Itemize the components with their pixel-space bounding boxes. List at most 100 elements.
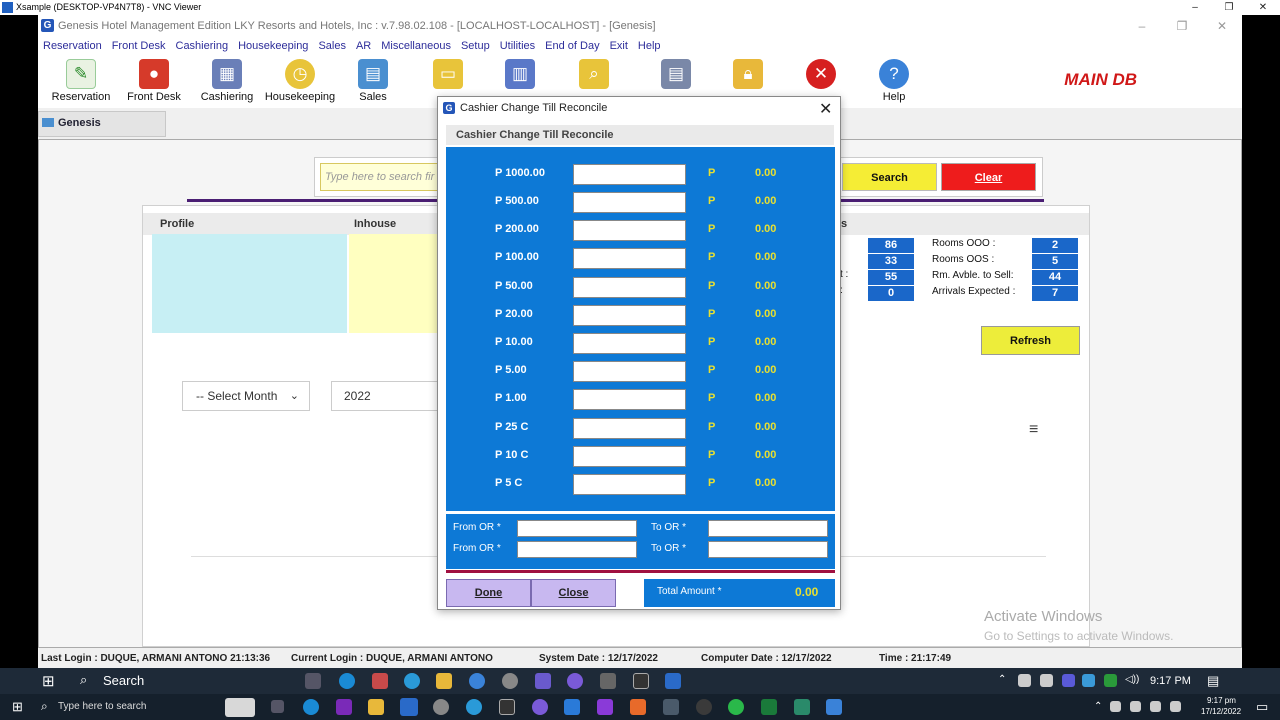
menu-housekeeping[interactable]: Housekeeping — [238, 37, 308, 56]
denomination-count-input[interactable] — [573, 361, 686, 382]
toolbar-cashiering-button[interactable]: ▦ Cashiering — [187, 56, 267, 108]
app-icon[interactable] — [728, 699, 744, 715]
gear-icon[interactable] — [600, 673, 616, 689]
denomination-count-input[interactable] — [573, 474, 686, 495]
to-or-input-2[interactable] — [708, 541, 828, 558]
toolbar-reservation-button[interactable]: ✎ Reservation — [41, 56, 121, 108]
app-icon[interactable] — [372, 673, 388, 689]
file-explorer-icon[interactable] — [436, 673, 452, 689]
menu-miscellaneous[interactable]: Miscellaneous — [381, 37, 451, 56]
clear-button[interactable]: Clear — [941, 163, 1036, 191]
tray-chevron-icon[interactable]: ⌃ — [998, 674, 1006, 685]
denomination-count-input[interactable] — [573, 248, 686, 269]
denomination-count-input[interactable] — [573, 192, 686, 213]
viber-icon[interactable] — [567, 673, 583, 689]
app-minimize-button[interactable]: – — [1122, 15, 1162, 37]
app-icon[interactable] — [469, 673, 485, 689]
denomination-count-input[interactable] — [573, 277, 686, 298]
search-icon[interactable]: ⌕ — [41, 699, 48, 714]
done-button[interactable]: Done — [446, 579, 531, 607]
app-icon[interactable] — [535, 673, 551, 689]
menu-ar[interactable]: AR — [356, 37, 371, 56]
menu-setup[interactable]: Setup — [461, 37, 490, 56]
app-maximize-button[interactable]: ❐ — [1162, 15, 1202, 37]
vnc-close-button[interactable]: ✕ — [1246, 0, 1280, 15]
file-explorer-icon[interactable] — [368, 699, 384, 715]
from-or-input-2[interactable] — [517, 541, 637, 558]
volume-icon[interactable] — [1170, 701, 1181, 712]
denomination-count-input[interactable] — [573, 305, 686, 326]
app-icon[interactable] — [794, 699, 810, 715]
tray-app-icon[interactable] — [1040, 674, 1053, 687]
tray-app-icon[interactable] — [1104, 674, 1117, 687]
task-view-icon[interactable] — [271, 700, 284, 713]
menu-sales[interactable]: Sales — [318, 37, 346, 56]
battery-icon[interactable] — [1150, 701, 1161, 712]
close-button[interactable]: Close — [531, 579, 616, 607]
search-button[interactable]: Search — [842, 163, 937, 191]
host-search-placeholder[interactable]: Type here to search — [58, 701, 146, 712]
toolbar-front-desk-button[interactable]: ● Front Desk — [114, 56, 194, 108]
denomination-count-input[interactable] — [573, 333, 686, 354]
telegram-icon[interactable] — [466, 699, 482, 715]
vscode-icon[interactable] — [564, 699, 580, 715]
denomination-count-input[interactable] — [573, 220, 686, 241]
excel-icon[interactable] — [761, 699, 777, 715]
windows-start-icon[interactable]: ⊞ — [12, 699, 23, 715]
hamburger-menu-icon[interactable]: ≡ — [1029, 422, 1043, 438]
tray-app-icon[interactable] — [1062, 674, 1075, 687]
telegram-icon[interactable] — [404, 673, 420, 689]
toolbar-housekeeping-button[interactable]: ◷ Housekeeping — [260, 56, 340, 108]
menu-cashiering[interactable]: Cashiering — [176, 37, 229, 56]
month-select[interactable]: -- Select Month ⌄ — [182, 381, 310, 411]
toolbar-help-button[interactable]: ? Help — [854, 56, 934, 108]
menu-end-of-day[interactable]: End of Day — [545, 37, 599, 56]
vnc-icon[interactable] — [665, 673, 681, 689]
menu-help[interactable]: Help — [638, 37, 661, 56]
edge-icon[interactable] — [339, 673, 355, 689]
vnc-icon[interactable] — [400, 698, 418, 716]
denomination-count-input[interactable] — [573, 418, 686, 439]
app-icon[interactable] — [826, 699, 842, 715]
volume-icon[interactable]: ◁)) — [1125, 674, 1139, 685]
search-icon[interactable]: ⌕ — [80, 672, 87, 688]
notification-icon[interactable]: ▭ — [1256, 699, 1268, 715]
app-icon[interactable] — [597, 699, 613, 715]
denomination-count-input[interactable] — [573, 164, 686, 185]
tray-chevron-icon[interactable]: ⌃ — [1094, 701, 1102, 712]
menu-exit[interactable]: Exit — [610, 37, 628, 56]
menu-utilities[interactable]: Utilities — [500, 37, 535, 56]
onenote-icon[interactable] — [336, 699, 352, 715]
taskbar-search-label[interactable]: Search — [103, 673, 144, 688]
from-or-input-1[interactable] — [517, 520, 637, 537]
gear-icon[interactable] — [433, 699, 449, 715]
windows-start-icon[interactable]: ⊞ — [42, 672, 55, 690]
notification-icon[interactable]: ▤ — [1207, 673, 1219, 689]
refresh-button[interactable]: Refresh — [981, 326, 1080, 355]
edge-icon[interactable] — [303, 699, 319, 715]
task-view-icon[interactable] — [305, 673, 321, 689]
dialog-close-icon[interactable]: ✕ — [819, 99, 832, 119]
terminal-icon[interactable] — [633, 673, 649, 689]
year-select[interactable]: 2022 — [331, 381, 441, 411]
xampp-icon[interactable] — [630, 699, 646, 715]
denomination-count-input[interactable] — [573, 389, 686, 410]
microphone-icon[interactable] — [1110, 701, 1121, 712]
denomination-count-input[interactable] — [573, 446, 686, 467]
menu-reservation[interactable]: Reservation — [43, 37, 102, 56]
toolbar-sales-button[interactable]: ▤ Sales — [333, 56, 413, 108]
clock-icon[interactable] — [502, 673, 518, 689]
tray-app-icon[interactable] — [1082, 674, 1095, 687]
app-close-button[interactable]: ✕ — [1202, 15, 1242, 37]
vnc-minimize-button[interactable]: – — [1178, 0, 1212, 15]
menu-front-desk[interactable]: Front Desk — [112, 37, 166, 56]
tab-genesis[interactable]: Genesis — [58, 117, 101, 129]
terminal-icon[interactable] — [499, 699, 515, 715]
network-icon[interactable] — [1130, 701, 1141, 712]
vnc-maximize-button[interactable]: ❐ — [1212, 0, 1246, 15]
viber-icon[interactable] — [532, 699, 548, 715]
app-icon[interactable] — [663, 699, 679, 715]
network-icon[interactable] — [1018, 674, 1031, 687]
to-or-input-1[interactable] — [708, 520, 828, 537]
app-icon[interactable] — [696, 699, 712, 715]
